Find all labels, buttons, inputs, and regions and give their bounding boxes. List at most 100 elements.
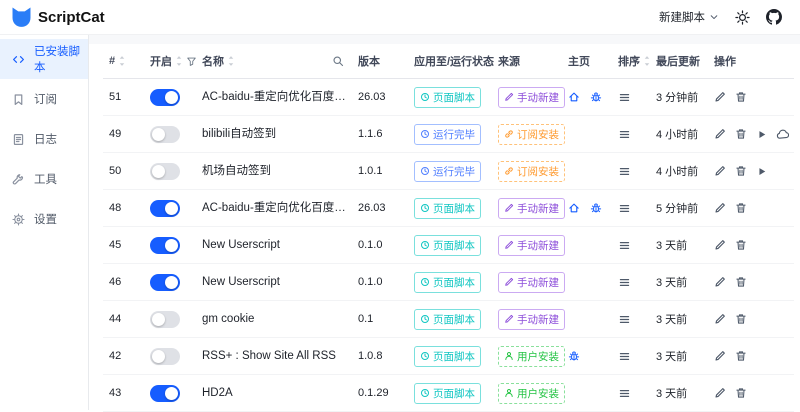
table-row: 42 RSS+ : Show Site All RSS 1.0.8 页面脚本 用…	[103, 338, 794, 375]
script-id: 44	[109, 313, 122, 325]
enable-toggle[interactable]	[150, 199, 180, 217]
sidebar-item-label: 日志	[34, 134, 57, 146]
sidebar-item-0[interactable]: 已安装脚本	[0, 39, 88, 79]
enable-toggle[interactable]	[150, 347, 180, 365]
user-icon	[504, 351, 514, 361]
sidebar-menu: 已安装脚本 订阅 日志 工具 设置	[0, 35, 89, 410]
sidebar-item-4[interactable]: 设置	[0, 199, 88, 239]
table-row: 44 gm cookie 0.1 页面脚本 手动新建 3 天前	[103, 301, 794, 338]
link-icon	[504, 129, 514, 139]
body: 已安装脚本 订阅 日志 工具 设置 # 开启 名称 版本 应用至/运行状态 来源…	[0, 35, 800, 412]
drag-handle-icon[interactable]	[618, 239, 631, 252]
drag-handle-icon[interactable]	[618, 276, 631, 289]
home-icon[interactable]	[568, 91, 580, 103]
script-name[interactable]: AC-baidu-重定向优化百度搜狗谷歌...	[202, 190, 358, 226]
script-name[interactable]: gm cookie	[202, 301, 358, 337]
bug-icon[interactable]	[590, 91, 602, 103]
clock-icon	[420, 92, 430, 102]
run-icon[interactable]	[756, 129, 767, 140]
drag-handle-icon[interactable]	[618, 387, 631, 400]
delete-icon[interactable]	[735, 91, 747, 103]
status-badge: 页面脚本	[414, 86, 481, 108]
script-version: 1.0.8	[358, 350, 383, 362]
script-id: 51	[109, 91, 122, 103]
enable-toggle[interactable]	[150, 236, 180, 254]
script-version: 0.1.29	[358, 387, 389, 399]
sort-icon[interactable]	[227, 55, 235, 67]
cloud-icon[interactable]	[776, 128, 789, 141]
drag-handle-icon[interactable]	[618, 165, 631, 178]
enable-toggle[interactable]	[150, 310, 180, 328]
edit-icon[interactable]	[714, 91, 726, 103]
script-name[interactable]: 机场自动签到	[202, 153, 358, 189]
edit-icon[interactable]	[714, 350, 726, 362]
row-actions	[714, 350, 794, 362]
origin-badge: 订阅安装	[498, 123, 565, 145]
bookmark-icon	[12, 93, 25, 106]
drag-handle-icon[interactable]	[618, 91, 631, 104]
script-name[interactable]: New Userscript	[202, 264, 358, 300]
delete-icon[interactable]	[735, 128, 747, 140]
last-updated: 4 小时前	[656, 129, 699, 141]
origin-badge: 订阅安装	[498, 160, 565, 182]
theme-toggle-icon[interactable]	[735, 9, 750, 25]
edit-icon[interactable]	[714, 313, 726, 325]
col-header-id: #	[103, 55, 150, 67]
last-updated: 3 天前	[656, 277, 688, 289]
delete-icon[interactable]	[735, 276, 747, 288]
script-name[interactable]: HD2A	[202, 375, 358, 411]
origin-badge: 用户安装	[498, 382, 565, 404]
sidebar-item-3[interactable]: 工具	[0, 159, 88, 199]
delete-icon[interactable]	[735, 350, 747, 362]
pencil-icon	[504, 92, 514, 102]
enable-toggle[interactable]	[150, 384, 180, 402]
sidebar-item-2[interactable]: 日志	[0, 119, 88, 159]
edit-icon[interactable]	[714, 387, 726, 399]
table-header-row: # 开启 名称 版本 应用至/运行状态 来源 主页 排序 最后更新 操作	[103, 44, 794, 79]
enable-toggle[interactable]	[150, 273, 180, 291]
script-name[interactable]: bilibili自动签到	[202, 116, 358, 152]
sidebar-item-label: 已安装脚本	[34, 46, 80, 74]
drag-handle-icon[interactable]	[618, 202, 631, 215]
homepage-links	[568, 91, 618, 103]
enable-toggle[interactable]	[150, 162, 180, 180]
script-id: 50	[109, 165, 122, 177]
delete-icon[interactable]	[735, 202, 747, 214]
home-icon[interactable]	[568, 202, 580, 214]
edit-icon[interactable]	[714, 276, 726, 288]
drag-handle-icon[interactable]	[618, 350, 631, 363]
drag-handle-icon[interactable]	[618, 313, 631, 326]
status-badge: 页面脚本	[414, 234, 481, 256]
enable-toggle[interactable]	[150, 88, 180, 106]
col-header-homepage: 主页	[568, 56, 590, 68]
script-name[interactable]: RSS+ : Show Site All RSS	[202, 338, 358, 374]
enable-toggle[interactable]	[150, 125, 180, 143]
script-name[interactable]: New Userscript	[202, 227, 358, 263]
sort-icon[interactable]	[643, 55, 651, 67]
new-script-button[interactable]: 新建脚本	[659, 9, 719, 25]
edit-icon[interactable]	[714, 128, 726, 140]
edit-icon[interactable]	[714, 165, 726, 177]
delete-icon[interactable]	[735, 313, 747, 325]
bug-icon[interactable]	[590, 202, 602, 214]
github-icon[interactable]	[766, 9, 782, 25]
origin-badge: 手动新建	[498, 86, 565, 108]
filter-icon[interactable]	[186, 56, 197, 67]
delete-icon[interactable]	[735, 239, 747, 251]
search-icon[interactable]	[332, 55, 344, 67]
bug-icon[interactable]	[568, 350, 580, 362]
drag-handle-icon[interactable]	[618, 128, 631, 141]
run-icon[interactable]	[756, 166, 767, 177]
sidebar-item-1[interactable]: 订阅	[0, 79, 88, 119]
sort-icon[interactable]	[118, 55, 126, 67]
edit-icon[interactable]	[714, 202, 726, 214]
script-name[interactable]: AC-baidu-重定向优化百度搜狗谷歌...	[202, 79, 358, 115]
sort-icon[interactable]	[175, 55, 183, 67]
status-badge: 页面脚本	[414, 308, 481, 330]
last-updated: 3 天前	[656, 240, 688, 252]
script-table: # 开启 名称 版本 应用至/运行状态 来源 主页 排序 最后更新 操作 51 …	[89, 44, 800, 412]
delete-icon[interactable]	[735, 165, 747, 177]
edit-icon[interactable]	[714, 239, 726, 251]
delete-icon[interactable]	[735, 387, 747, 399]
clock-icon	[420, 351, 430, 361]
